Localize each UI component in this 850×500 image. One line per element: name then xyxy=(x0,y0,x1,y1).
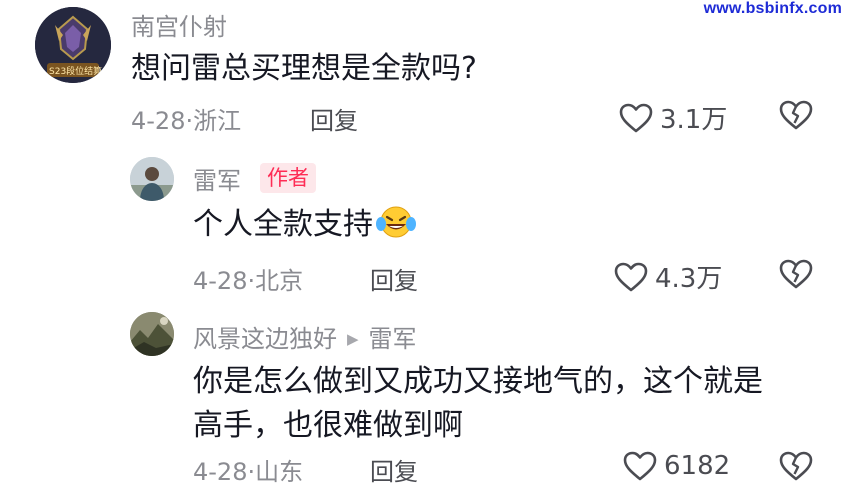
comment-username[interactable]: 雷军 xyxy=(193,161,241,196)
comment-item: 风景这边独好 ▶ 雷军 你是怎么做到又成功又接地气的，这个就是 高手，也很难做到啊 … xyxy=(0,305,850,500)
heart-icon xyxy=(619,103,653,132)
comment-text-line: 你是怎么做到又成功又接地气的，这个就是 xyxy=(193,364,763,399)
like-button[interactable]: 6182 xyxy=(622,450,730,482)
avatar[interactable]: S23段位结算 xyxy=(35,7,111,83)
dislike-button[interactable] xyxy=(778,258,814,294)
comment-text-content: 个人全款支持 xyxy=(193,207,373,242)
like-count: 3.1万 xyxy=(660,105,728,135)
avatar-badge-text: S23段位结算 xyxy=(49,67,103,77)
reply-button[interactable]: 回复 xyxy=(310,101,358,136)
reply-button[interactable]: 回复 xyxy=(370,261,418,296)
like-button[interactable]: 4.3万 xyxy=(613,258,722,295)
person-photo-avatar-icon xyxy=(130,157,174,201)
comment-username[interactable]: 风景这边独好 ▶ 雷军 xyxy=(193,319,417,354)
comment-location: 浙江 xyxy=(193,107,242,135)
comment-item: 雷军 作者 个人全款支持 4-28·北京 回复 4.3万 xyxy=(0,150,850,300)
comment-text: 你是怎么做到又成功又接地气的，这个就是 高手，也很难做到啊 xyxy=(193,360,763,448)
comment-username-text[interactable]: 风景这边独好 xyxy=(193,325,337,353)
like-count: 6182 xyxy=(664,451,731,481)
comment-meta: 4-28·浙江 xyxy=(131,107,242,135)
heart-icon xyxy=(623,451,657,481)
comment-text: 想问雷总买理想是全款吗? xyxy=(131,51,477,86)
broken-heart-icon xyxy=(779,259,813,289)
comment-date: 4-28 xyxy=(193,458,248,486)
reply-button[interactable]: 回复 xyxy=(370,452,418,487)
avatar[interactable] xyxy=(130,157,174,201)
comment-item: S23段位结算 南宫仆射 想问雷总买理想是全款吗? 4-28·浙江 回复 3.1… xyxy=(0,0,850,140)
like-count: 4.3万 xyxy=(655,264,723,294)
laughing-crying-emoji-icon xyxy=(375,204,417,253)
comment-username[interactable]: 南宫仆射 xyxy=(131,7,227,42)
like-button[interactable]: 3.1万 xyxy=(618,99,727,136)
comment-meta: 4-28·北京 xyxy=(193,267,304,295)
dislike-button[interactable] xyxy=(778,99,814,135)
heart-icon xyxy=(614,262,648,291)
dislike-button[interactable] xyxy=(778,450,814,486)
comment-date: 4-28 xyxy=(193,267,248,295)
reply-to-username[interactable]: 雷军 xyxy=(369,325,417,353)
comment-text: 个人全款支持 xyxy=(193,203,417,253)
landscape-avatar-icon xyxy=(130,312,174,356)
reply-arrow-icon: ▶ xyxy=(347,330,359,348)
broken-heart-icon xyxy=(779,100,813,130)
author-badge: 作者 xyxy=(260,163,316,193)
broken-heart-icon xyxy=(779,451,813,481)
comment-location: 山东 xyxy=(255,458,304,486)
comment-date: 4-28 xyxy=(131,107,186,135)
avatar[interactable] xyxy=(130,312,174,356)
comment-meta: 4-28·山东 xyxy=(193,458,304,486)
comment-text-line: 高手，也很难做到啊 xyxy=(193,408,463,443)
comment-location: 北京 xyxy=(255,267,304,295)
